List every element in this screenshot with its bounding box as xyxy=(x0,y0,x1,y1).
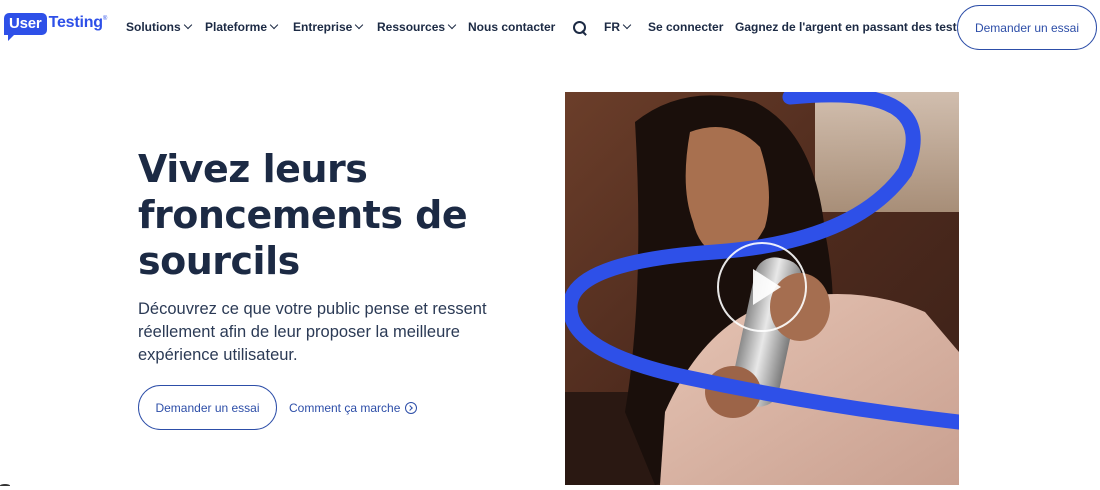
login-link[interactable]: Se connecter xyxy=(648,20,723,34)
circle-arrow-right-icon xyxy=(405,402,418,414)
nav-item-ressources[interactable]: Ressources xyxy=(377,20,457,34)
search-icon[interactable] xyxy=(573,21,587,35)
logo-testing-text: Testing xyxy=(48,14,104,31)
login-label: Se connecter xyxy=(648,20,724,34)
hero-video[interactable] xyxy=(565,92,959,485)
nav-item-entreprise[interactable]: Entreprise xyxy=(293,20,364,34)
hero-title: Vivez leurs froncements de sourcils xyxy=(138,147,468,283)
how-it-works-link[interactable]: Comment ça marche xyxy=(289,401,418,415)
nav-item-label: Nous contacter xyxy=(468,20,556,34)
nav-item-label: Entreprise xyxy=(293,20,353,34)
chevron-down-icon xyxy=(622,20,632,30)
nav-item-contact[interactable]: Nous contacter xyxy=(468,20,555,34)
hero-description: Découvrez ce que votre public pense et r… xyxy=(138,300,487,364)
nav-item-solutions[interactable]: Solutions xyxy=(126,20,192,34)
top-navigation: User Testing ® Solutions Plateforme Entr… xyxy=(0,0,1100,56)
logo-registered-mark: ® xyxy=(102,16,108,22)
chevron-down-icon xyxy=(269,20,279,30)
request-trial-button-hero[interactable]: Demander un essai xyxy=(138,385,277,430)
earn-money-label: Gagnez de l'argent en passant des tests xyxy=(735,20,964,34)
nav-item-plateforme[interactable]: Plateforme xyxy=(205,20,279,34)
chevron-down-icon xyxy=(447,20,457,30)
language-selector[interactable]: FR xyxy=(604,20,632,34)
play-icon[interactable] xyxy=(717,242,807,332)
request-trial-button-nav[interactable]: Demander un essai xyxy=(957,5,1097,50)
logo-user-text: User xyxy=(4,13,47,41)
language-label: FR xyxy=(604,20,620,34)
nav-item-label: Solutions xyxy=(126,20,181,34)
usertesting-logo[interactable]: User Testing ® xyxy=(4,13,108,41)
chat-widget-edge xyxy=(0,484,10,487)
earn-money-link[interactable]: Gagnez de l'argent en passant des tests xyxy=(735,20,963,34)
chevron-down-icon xyxy=(355,20,364,30)
chevron-down-icon xyxy=(183,20,192,30)
nav-item-label: Plateforme xyxy=(205,20,268,34)
how-it-works-label: Comment ça marche xyxy=(289,401,401,415)
nav-item-label: Ressources xyxy=(377,20,446,34)
